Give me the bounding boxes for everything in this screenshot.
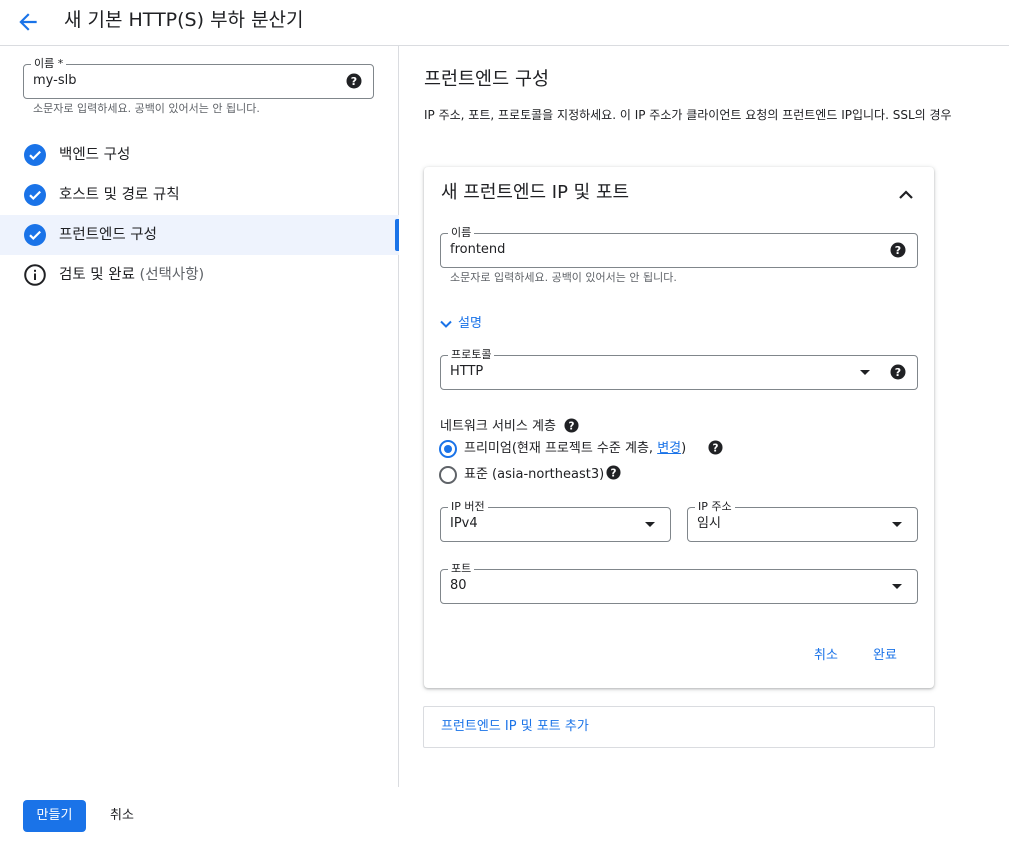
arrow-left-icon [19,13,37,31]
chevron-up-icon[interactable] [896,185,916,205]
help-icon[interactable]: ? [890,242,906,258]
description-toggle-label: 설명 [458,316,482,331]
radio-standard[interactable]: 표준 (asia-northeast3) ? [439,465,659,485]
step-optional-text: (선택사항) [139,267,205,283]
protocol-label: 프로토콜 [448,348,495,362]
page-title: 새 기본 HTTP(S) 부하 분산기 [64,9,304,31]
svg-text:?: ? [895,366,901,379]
step-backend[interactable]: 백엔드 구성 [0,135,399,175]
name-input-label: 이름 * [31,57,67,71]
create-button[interactable]: 만들기 [23,800,86,832]
protocol-select[interactable]: 프로토콜 HTTP ? [440,348,918,390]
change-tier-link[interactable]: 변경 [657,441,681,456]
step-frontend[interactable]: 프런트엔드 구성 [0,215,399,255]
help-icon[interactable]: ? [564,418,579,433]
radio-premium-button[interactable] [439,440,457,458]
dropdown-arrow-icon [892,584,902,589]
dropdown-arrow-icon [892,522,902,527]
check-circle-icon [24,184,46,206]
radio-standard-label: 표준 (asia-northeast3) [464,467,605,482]
port-label: 포트 [448,562,475,576]
top-bar: 새 기본 HTTP(S) 부하 분산기 [0,0,1009,46]
port-select[interactable]: 포트 80 [440,562,918,604]
step-label: 백엔드 구성 [59,147,131,163]
help-icon[interactable]: ? [606,465,621,480]
ip-version-select[interactable]: IP 버전 IPv4 [440,500,671,542]
frontend-name-label: 이름 [448,226,475,240]
frontend-name-hint: 소문자로 입력하세요. 공백이 있어서는 안 됩니다. [450,271,677,284]
check-circle-icon [24,144,46,166]
radio-standard-button[interactable] [439,466,457,484]
svg-text:?: ? [569,420,575,432]
step-label: 검토 및 완료 (선택사항) [59,265,204,285]
radio-premium[interactable]: 프리미엄(현재 프로젝트 수준 계층, 변경) ? [439,439,739,459]
add-frontend-button[interactable]: 프런트엔드 IP 및 포트 추가 [423,706,935,748]
card-cancel-button[interactable]: 취소 [814,647,838,665]
protocol-value: HTTP [450,364,484,379]
name-input[interactable]: 이름 * my-slb ? [23,57,374,99]
port-value: 80 [450,578,467,593]
check-circle-icon [24,224,46,246]
section-description: IP 주소, 포트, 프로토콜을 지정하세요. 이 IP 주소가 클라이언트 요… [424,108,952,122]
name-hint: 소문자로 입력하세요. 공백이 있어서는 안 됩니다. [33,102,260,115]
help-icon[interactable]: ? [346,73,362,89]
step-review[interactable]: 검토 및 완료 (선택사항) [0,255,399,295]
frontend-card: 새 프런트엔드 IP 및 포트 이름 frontend ? 소문자로 입력하세요… [424,167,934,688]
svg-text:?: ? [351,75,357,88]
step-label-text: 검토 및 완료 [59,267,135,283]
premium-label-text: 프리미엄(현재 프로젝트 수준 계층, [464,441,658,456]
dropdown-arrow-icon [645,522,655,527]
card-done-button[interactable]: 완료 [873,647,897,665]
step-label: 호스트 및 경로 규칙 [59,187,180,203]
frontend-name-input[interactable]: 이름 frontend ? [440,226,918,268]
step-label: 프런트엔드 구성 [59,227,157,243]
dropdown-arrow-icon [860,370,870,375]
svg-text:?: ? [611,467,617,479]
info-icon [24,264,46,286]
step-host-path[interactable]: 호스트 및 경로 규칙 [0,175,399,215]
help-icon[interactable]: ? [708,440,723,455]
frontend-name-value: frontend [450,242,506,257]
ip-address-label: IP 주소 [695,500,735,514]
ip-version-value: IPv4 [450,516,478,531]
ip-version-label: IP 버전 [448,500,488,514]
left-panel: 이름 * my-slb ? 소문자로 입력하세요. 공백이 있어서는 안 됩니다… [0,46,399,787]
radio-premium-label: 프리미엄(현재 프로젝트 수준 계층, 변경) [464,440,686,458]
help-icon[interactable]: ? [890,364,906,380]
cancel-button[interactable]: 취소 [110,807,134,825]
back-button[interactable] [15,9,41,35]
active-step-indicator [395,219,399,251]
section-title: 프런트엔드 구성 [424,69,550,90]
svg-text:?: ? [895,244,901,257]
ip-address-value: 임시 [697,516,721,531]
network-tier-label: 네트워크 서비스 계층 ? [440,415,579,436]
premium-label-suffix: ) [681,441,687,456]
network-tier-label-text: 네트워크 서비스 계층 [440,419,556,434]
add-frontend-label: 프런트엔드 IP 및 포트 추가 [441,719,589,734]
name-input-value: my-slb [33,73,77,88]
ip-address-select[interactable]: IP 주소 임시 [687,500,918,542]
svg-text:?: ? [713,442,719,454]
card-title: 새 프런트엔드 IP 및 포트 [441,182,630,203]
chevron-down-icon [440,320,452,328]
